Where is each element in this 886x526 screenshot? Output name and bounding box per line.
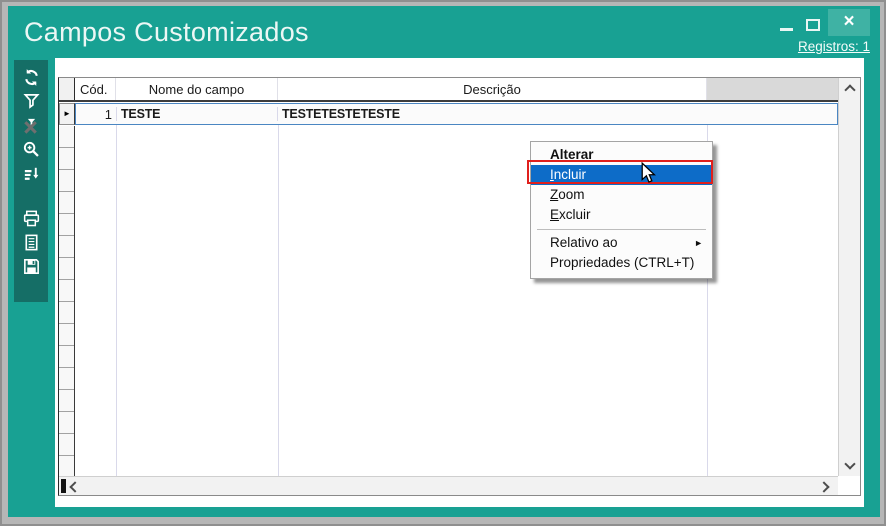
cell-nome: TESTE xyxy=(116,107,277,121)
menu-item-alterar[interactable]: Alterar xyxy=(531,145,712,165)
grid-column-line xyxy=(278,104,279,476)
data-grid: Cód. Nome do campo Descrição ► 1 TESTE T… xyxy=(58,77,861,496)
menu-separator xyxy=(537,229,706,230)
registros-link[interactable]: Registros: 1 xyxy=(798,39,870,54)
zoom-icon[interactable] xyxy=(19,137,43,161)
print-icon[interactable] xyxy=(19,206,43,230)
scroll-up-icon[interactable] xyxy=(844,84,855,95)
table-row[interactable]: 1 TESTE TESTETESTETESTE xyxy=(75,103,838,125)
sort-icon[interactable] xyxy=(19,161,43,185)
cell-descricao: TESTETESTETESTE xyxy=(277,107,837,121)
scroll-right-icon[interactable] xyxy=(818,481,829,492)
current-row-marker: ► xyxy=(59,103,75,125)
grid-row-selector-column xyxy=(59,126,75,476)
save-icon[interactable] xyxy=(19,254,43,278)
scroll-down-icon[interactable] xyxy=(844,458,855,469)
menu-item-relativo-ao[interactable]: Relativo ao► xyxy=(531,233,712,253)
grid-header-row: Cód. Nome do campo Descrição xyxy=(59,78,838,102)
menu-item-excluir[interactable]: Excluir xyxy=(531,205,712,225)
minimize-button[interactable] xyxy=(780,28,793,31)
report-icon[interactable] xyxy=(19,230,43,254)
clear-filter-icon[interactable] xyxy=(19,113,43,137)
grid-header-cod[interactable]: Cód. xyxy=(75,78,116,100)
content-area: Cód. Nome do campo Descrição ► 1 TESTE T… xyxy=(55,58,864,507)
vertical-scrollbar[interactable] xyxy=(838,78,860,476)
cell-cod: 1 xyxy=(76,107,116,122)
grid-header-filler xyxy=(707,78,838,100)
submenu-arrow-icon: ► xyxy=(694,233,703,253)
horizontal-scrollbar[interactable] xyxy=(59,476,838,495)
horizontal-scroll-thumb[interactable] xyxy=(61,479,66,493)
menu-item-incluir[interactable]: Incluir xyxy=(531,165,712,185)
context-menu: Alterar Incluir Zoom Excluir Relativo ao… xyxy=(530,141,713,279)
grid-header-nome[interactable]: Nome do campo xyxy=(116,78,278,100)
scroll-left-icon[interactable] xyxy=(69,481,80,492)
grid-column-line xyxy=(116,104,117,476)
maximize-button[interactable] xyxy=(806,19,820,31)
close-button[interactable]: × xyxy=(828,9,870,36)
filter-icon[interactable] xyxy=(19,89,43,113)
menu-item-propriedades[interactable]: Propriedades (CTRL+T) xyxy=(531,253,712,273)
menu-item-zoom[interactable]: Zoom xyxy=(531,185,712,205)
sidebar-toolbar xyxy=(14,60,48,302)
grid-header-descricao[interactable]: Descrição xyxy=(278,78,707,100)
refresh-icon[interactable] xyxy=(19,65,43,89)
grid-header-selector xyxy=(59,78,75,100)
page-title: Campos Customizados xyxy=(24,17,309,48)
titlebar[interactable]: Campos Customizados × Registros: 1 xyxy=(8,6,880,58)
app-window: Campos Customizados × Registros: 1 xyxy=(8,6,880,517)
